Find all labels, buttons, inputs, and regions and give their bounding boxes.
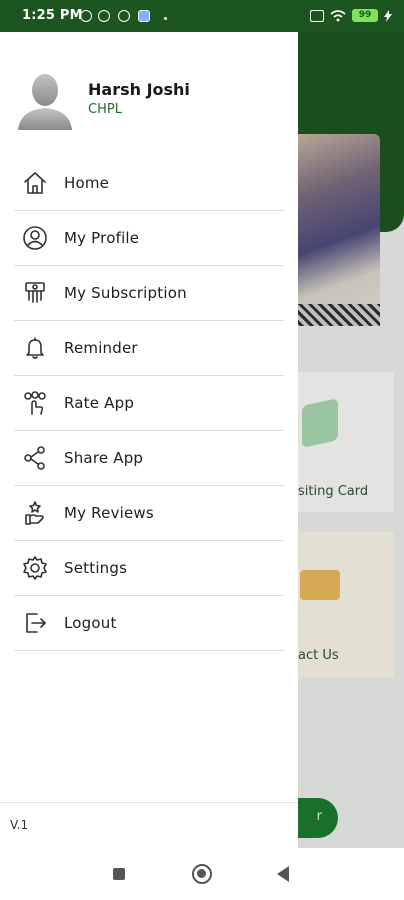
- home-icon: [22, 170, 48, 196]
- charging-icon: [384, 9, 392, 22]
- menu-item-label: Share App: [64, 449, 144, 467]
- menu-item-reminder[interactable]: Reminder: [14, 321, 284, 376]
- gear-icon: [22, 555, 48, 581]
- menu-item-rate-app[interactable]: Rate App: [14, 376, 284, 431]
- menu-item-my-reviews[interactable]: My Reviews: [14, 486, 284, 541]
- notification-icon: [118, 10, 130, 22]
- rate-icon: [22, 390, 48, 416]
- menu-item-label: Logout: [64, 614, 117, 632]
- app-version: V.1: [10, 818, 29, 832]
- menu-item-label: Settings: [64, 559, 128, 577]
- user-organization: CHPL: [88, 102, 122, 117]
- drawer-menu: Home My Profile My Subscription Reminder…: [14, 156, 284, 651]
- menu-item-label: My Profile: [64, 229, 140, 247]
- logout-icon: [22, 610, 48, 636]
- bell-icon: [22, 335, 48, 361]
- battery-icon: 99: [352, 9, 378, 22]
- menu-item-label: Rate App: [64, 394, 135, 412]
- share-icon: [22, 445, 48, 471]
- menu-item-label: Reminder: [64, 339, 138, 357]
- menu-item-label: My Reviews: [64, 504, 154, 522]
- home-button[interactable]: [192, 864, 212, 884]
- profile-icon: [22, 225, 48, 251]
- avatar: [18, 74, 72, 130]
- back-button[interactable]: [277, 866, 289, 882]
- menu-item-home[interactable]: Home: [14, 156, 284, 211]
- menu-item-settings[interactable]: Settings: [14, 541, 284, 596]
- menu-item-label: My Subscription: [64, 284, 187, 302]
- menu-item-logout[interactable]: Logout: [14, 596, 284, 651]
- status-time: 1:25 PM: [22, 8, 83, 23]
- sim-icon: [310, 9, 324, 22]
- system-navigation-bar: [0, 848, 404, 900]
- more-notifications-icon: [164, 17, 167, 20]
- divider: [0, 802, 298, 803]
- status-right: 99: [310, 9, 392, 22]
- menu-item-share-app[interactable]: Share App: [14, 431, 284, 486]
- menu-item-label: Home: [64, 174, 110, 192]
- navigation-drawer: Harsh Joshi CHPL Home My Profile My Subs…: [0, 32, 298, 848]
- wifi-icon: [330, 9, 346, 21]
- menu-item-my-profile[interactable]: My Profile: [14, 211, 284, 266]
- drawer-scrim[interactable]: [298, 32, 404, 848]
- gear-status-icon: [80, 10, 92, 22]
- profile-header[interactable]: Harsh Joshi CHPL: [0, 32, 298, 152]
- menu-item-my-subscription[interactable]: My Subscription: [14, 266, 284, 321]
- subscription-icon: [22, 280, 48, 306]
- app-icon: [138, 10, 150, 22]
- reviews-icon: [22, 500, 48, 526]
- notification-icon: [98, 10, 110, 22]
- recent-apps-button[interactable]: [113, 868, 125, 880]
- status-bar: 1:25 PM 99: [0, 0, 404, 32]
- user-name: Harsh Joshi: [88, 80, 190, 99]
